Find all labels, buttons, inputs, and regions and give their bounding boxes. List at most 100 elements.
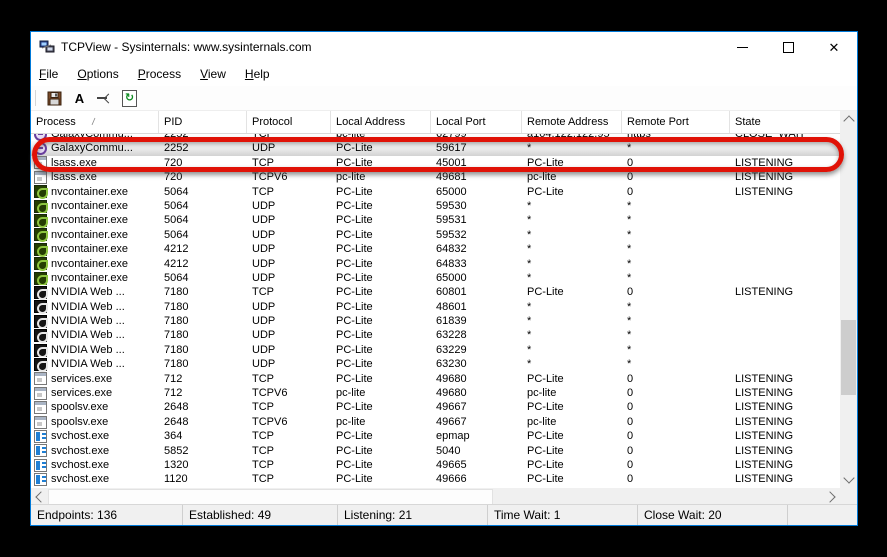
vertical-scrollbar[interactable] — [840, 111, 857, 488]
column-header-local-port[interactable]: Local Port — [431, 111, 522, 133]
protocol-cell: UDP — [247, 141, 331, 155]
table-row[interactable]: nvcontainer.exe4212UDPPC-Lite64833** — [31, 257, 840, 271]
close-icon: ✕ — [829, 41, 840, 54]
table-row[interactable]: NVIDIA Web ...7180UDPPC-Lite63229** — [31, 343, 840, 357]
scroll-up-button[interactable] — [840, 111, 857, 128]
table-row[interactable]: svchost.exe1320TCPPC-Lite49665PC-Lite0LI… — [31, 458, 840, 472]
table-row[interactable]: NVIDIA Web ...7180TCPPC-Lite60801PC-Lite… — [31, 285, 840, 299]
nvw-process-icon — [34, 329, 47, 342]
table-row[interactable]: nvcontainer.exe5064UDPPC-Lite59530** — [31, 199, 840, 213]
remote-port-cell: * — [622, 343, 730, 357]
column-header-process[interactable]: Process/ — [31, 111, 159, 133]
table-row[interactable]: nvcontainer.exe5064UDPPC-Lite59531** — [31, 213, 840, 227]
pid-cell: 5064 — [159, 185, 247, 199]
remote-address-cell: PC-Lite — [522, 156, 622, 170]
protocol-cell: UDP — [247, 242, 331, 256]
column-header-remote-address[interactable]: Remote Address — [522, 111, 622, 133]
table-row[interactable]: nvcontainer.exe5064UDPPC-Lite59532** — [31, 228, 840, 242]
table-row[interactable]: svchost.exe5852TCPPC-Lite5040PC-Lite0LIS… — [31, 444, 840, 458]
close-button[interactable]: ✕ — [811, 32, 857, 62]
local-address-cell: PC-Lite — [331, 429, 431, 443]
state-cell: LISTENING — [730, 170, 840, 184]
scroll-left-button[interactable] — [31, 488, 48, 505]
column-header-state[interactable]: State — [730, 111, 840, 133]
horizontal-scrollbar[interactable] — [31, 488, 840, 505]
process-cell: svchost.exe — [31, 429, 159, 443]
close-connection-button[interactable] — [93, 88, 116, 109]
menu-item-view[interactable]: View — [200, 67, 226, 81]
state-cell: LISTENING — [730, 372, 840, 386]
table-row[interactable]: svchost.exe364TCPPC-LiteepmapPC-Lite0LIS… — [31, 429, 840, 443]
state-cell: LISTENING — [730, 458, 840, 472]
local-port-cell: 61839 — [431, 314, 522, 328]
status-panel-filler — [788, 505, 857, 525]
refresh-button[interactable]: ↻ — [118, 88, 141, 109]
table-row[interactable]: lsass.exe720TCPPC-Lite45001PC-Lite0LISTE… — [31, 156, 840, 170]
table-row[interactable]: NVIDIA Web ...7180UDPPC-Lite63230** — [31, 357, 840, 371]
minimize-button[interactable] — [719, 32, 765, 62]
remote-port-cell: * — [622, 213, 730, 227]
local-address-cell: pc-lite — [331, 170, 431, 184]
process-cell: GalaxyCommu... — [31, 134, 159, 141]
local-address-cell: PC-Lite — [331, 257, 431, 271]
protocol-cell: UDP — [247, 213, 331, 227]
remote-port-cell: 0 — [622, 156, 730, 170]
table-row[interactable]: services.exe712TCPPC-Lite49680PC-Lite0LI… — [31, 372, 840, 386]
remote-port-cell: * — [622, 271, 730, 285]
table-row[interactable]: NVIDIA Web ...7180UDPPC-Lite63228** — [31, 328, 840, 342]
table-row[interactable]: nvcontainer.exe5064TCPPC-Lite65000PC-Lit… — [31, 185, 840, 199]
column-header-remote-port[interactable]: Remote Port — [622, 111, 730, 133]
table-row[interactable]: NVIDIA Web ...7180UDPPC-Lite48601** — [31, 300, 840, 314]
menu-item-file[interactable]: File — [39, 67, 58, 81]
nvw-process-icon — [34, 358, 47, 371]
state-cell: LISTENING — [730, 386, 840, 400]
local-port-cell: 49666 — [431, 472, 522, 486]
table-row[interactable]: svchost.exe1120TCPPC-Lite49666PC-Lite0LI… — [31, 472, 840, 486]
table-row[interactable]: nvcontainer.exe4212UDPPC-Lite64832** — [31, 242, 840, 256]
column-header-protocol[interactable]: Protocol — [247, 111, 331, 133]
process-cell: NVIDIA Web ... — [31, 300, 159, 314]
title-bar[interactable]: TCPView - Sysinternals: www.sysinternals… — [31, 32, 857, 62]
scroll-down-button[interactable] — [840, 471, 857, 488]
table-row[interactable]: NVIDIA Web ...7180UDPPC-Lite61839** — [31, 314, 840, 328]
table-row[interactable]: services.exe712TCPV6pc-lite49680pc-lite0… — [31, 386, 840, 400]
table-row[interactable]: GalaxyCommu...2252UDPPC-Lite59617** — [31, 141, 840, 155]
menu-item-process[interactable]: Process — [138, 67, 181, 81]
process-cell: nvcontainer.exe — [31, 213, 159, 227]
scrollbar-corner — [840, 488, 857, 505]
status-bar: Endpoints: 136Established: 49Listening: … — [31, 504, 857, 525]
font-button[interactable]: A — [68, 88, 91, 109]
state-cell — [730, 199, 840, 213]
local-port-cell: 65000 — [431, 271, 522, 285]
pid-cell: 4212 — [159, 257, 247, 271]
table-row[interactable]: lsass.exe720TCPV6pc-lite49681pc-lite0LIS… — [31, 170, 840, 184]
protocol-cell: TCP — [247, 444, 331, 458]
menu-item-help[interactable]: Help — [245, 67, 270, 81]
state-cell — [730, 242, 840, 256]
column-header-pid[interactable]: PID — [159, 111, 247, 133]
vertical-scroll-thumb[interactable] — [841, 320, 856, 395]
minimize-icon — [737, 47, 748, 48]
local-address-cell: PC-Lite — [331, 400, 431, 414]
pid-cell: 2648 — [159, 400, 247, 414]
maximize-button[interactable] — [765, 32, 811, 62]
close-connection-icon — [97, 95, 112, 102]
menu-item-options[interactable]: Options — [77, 67, 118, 81]
table-row[interactable]: GalaxyCommu...2252TCPpc-lite62799a104.12… — [31, 134, 840, 141]
local-port-cell: 62799 — [431, 134, 522, 141]
status-panel-established: Established: 49 — [183, 505, 338, 525]
process-cell: NVIDIA Web ... — [31, 343, 159, 357]
table-row[interactable]: spoolsv.exe2648TCPPC-Lite49667PC-Lite0LI… — [31, 400, 840, 414]
save-icon — [47, 91, 62, 106]
scroll-right-button[interactable] — [823, 488, 840, 505]
chevron-right-icon — [824, 491, 835, 502]
table-row[interactable]: spoolsv.exe2648TCPV6pc-lite49667pc-lite0… — [31, 415, 840, 429]
save-button[interactable] — [43, 88, 66, 109]
table-row[interactable]: nvcontainer.exe5064UDPPC-Lite65000** — [31, 271, 840, 285]
local-port-cell: 49667 — [431, 400, 522, 414]
remote-address-cell: PC-Lite — [522, 444, 622, 458]
status-panel-time-wait: Time Wait: 1 — [488, 505, 638, 525]
local-address-cell: PC-Lite — [331, 141, 431, 155]
column-header-local-address[interactable]: Local Address — [331, 111, 431, 133]
local-address-cell: PC-Lite — [331, 156, 431, 170]
